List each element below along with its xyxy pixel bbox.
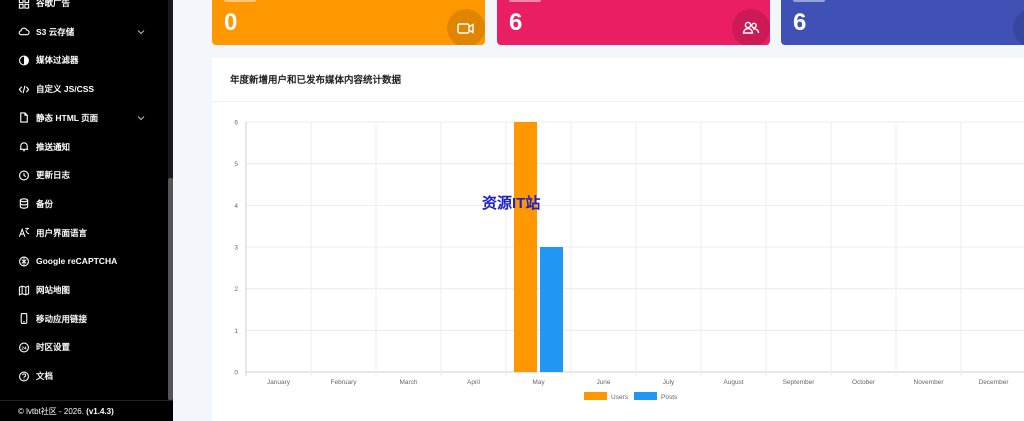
stat-card-value: 6 bbox=[793, 9, 807, 36]
sidebar-item-label: 文档 bbox=[36, 371, 54, 382]
sidebar-item-label: 谷歌广告 bbox=[36, 0, 71, 8]
sidebar-item[interactable]: 24 时区设置 bbox=[0, 333, 168, 361]
x-tick-label: January bbox=[267, 379, 291, 386]
sidebar-item[interactable]: 静态 HTML 页面 bbox=[0, 104, 168, 132]
sidebar-item-label: 自定义 JS/CSS bbox=[36, 84, 95, 95]
legend-label: Posts bbox=[661, 394, 678, 401]
main-content: 066 年度新增用户和已发布媒体内容统计数据 0 1 2 3 4 5 6 January Feb… bbox=[173, 0, 1024, 421]
stat-card-label bbox=[793, 0, 833, 6]
x-tick-label: November bbox=[914, 379, 945, 386]
file-icon bbox=[18, 112, 30, 124]
sidebar-item[interactable]: 文档 bbox=[0, 362, 168, 390]
chevron-down-icon[interactable] bbox=[136, 113, 146, 123]
timezone-icon: 24 bbox=[18, 341, 30, 353]
x-tick-label: December bbox=[979, 379, 1010, 386]
x-tick-label: July bbox=[663, 379, 675, 386]
stat-card: 6 bbox=[497, 0, 770, 45]
filter-icon bbox=[18, 54, 30, 66]
stat-card: 6 bbox=[781, 0, 1024, 45]
users-icon bbox=[732, 9, 770, 45]
sidebar-footer: © lvtbt社区 - 2026. (v1.4.3) bbox=[0, 400, 173, 421]
sidebar-item[interactable]: 推送通知 bbox=[0, 133, 168, 161]
stats-icon bbox=[1013, 9, 1024, 45]
y-tick-label: 3 bbox=[234, 245, 238, 252]
sidebar-item-label: 静态 HTML 页面 bbox=[36, 112, 99, 123]
code-icon bbox=[18, 83, 30, 95]
y-tick-label: 0 bbox=[234, 370, 238, 377]
mobile-icon bbox=[18, 313, 30, 325]
sidebar-item-label: 推送通知 bbox=[36, 141, 71, 152]
stat-card-value: 0 bbox=[224, 9, 238, 36]
x-tick-label: March bbox=[399, 379, 417, 386]
legend-label: Users bbox=[611, 394, 629, 401]
chart-legend: Users Posts bbox=[584, 392, 678, 401]
sidebar: 谷歌广告 S3 云存储 媒体过滤器自定义 JS/CSS 静态 HTML 页面 推送通知更… bbox=[0, 0, 173, 421]
x-tick-label: April bbox=[467, 379, 481, 386]
sidebar-item[interactable]: 移动应用链接 bbox=[0, 305, 168, 333]
x-tick-label: August bbox=[723, 379, 743, 386]
ads-grid-icon bbox=[18, 0, 30, 9]
sidebar-item[interactable]: 更新日志 bbox=[0, 161, 168, 189]
y-tick-label: 1 bbox=[234, 328, 238, 335]
recaptcha-icon bbox=[18, 255, 30, 267]
database-icon bbox=[18, 198, 30, 210]
translate-icon bbox=[18, 227, 30, 239]
stat-card-label bbox=[224, 0, 264, 6]
sidebar-item-label: 移动应用链接 bbox=[36, 313, 88, 324]
x-tick-label: September bbox=[783, 379, 816, 386]
stat-card: 0 bbox=[212, 0, 485, 45]
footer-copyright: © lvtbt社区 - 2026. bbox=[18, 407, 84, 416]
y-tick-label: 5 bbox=[234, 161, 238, 168]
x-tick-label: October bbox=[852, 379, 876, 386]
history-icon bbox=[18, 169, 30, 181]
sidebar-item[interactable]: 媒体过滤器 bbox=[0, 46, 168, 74]
sidebar-item[interactable]: 用户界面语言 bbox=[0, 219, 168, 247]
x-tick-label: February bbox=[330, 379, 357, 386]
sidebar-item[interactable]: Google reCAPTCHA bbox=[0, 247, 168, 275]
y-tick-label: 2 bbox=[234, 286, 238, 293]
sidebar-item-label: Google reCAPTCHA bbox=[36, 256, 118, 267]
map-icon bbox=[18, 284, 30, 296]
stats-panel: 年度新增用户和已发布媒体内容统计数据 0 1 2 3 4 5 6 January Februar… bbox=[212, 58, 1024, 421]
cloud-icon bbox=[18, 26, 30, 38]
x-tick-label: May bbox=[532, 379, 545, 386]
legend-swatch bbox=[634, 392, 657, 400]
chevron-down-icon[interactable] bbox=[136, 27, 146, 37]
sidebar-item[interactable]: 备份 bbox=[0, 190, 168, 218]
sidebar-item-label: 备份 bbox=[36, 198, 54, 209]
chart-labels: 0 1 2 3 4 5 6 January February March April May June J… bbox=[234, 120, 1009, 387]
bell-icon bbox=[18, 141, 30, 153]
x-tick-label: June bbox=[596, 379, 610, 386]
sidebar-item-label: 用户界面语言 bbox=[36, 227, 88, 238]
watermark-text: 资源IT站 bbox=[482, 194, 540, 212]
sidebar-item-label: 更新日志 bbox=[36, 170, 71, 181]
help-icon bbox=[18, 370, 30, 382]
sidebar-item-label: 媒体过滤器 bbox=[36, 55, 79, 66]
sidebar-item-label: S3 云存储 bbox=[36, 26, 75, 37]
sidebar-item[interactable]: 自定义 JS/CSS bbox=[0, 75, 168, 103]
legend-swatch bbox=[584, 392, 607, 400]
sidebar-item[interactable]: 网站地图 bbox=[0, 276, 168, 304]
svg-text:24: 24 bbox=[21, 345, 27, 350]
stats-chart: 0 1 2 3 4 5 6 January February March April May June J… bbox=[234, 120, 1024, 401]
y-tick-label: 4 bbox=[234, 203, 238, 210]
stat-card-label bbox=[509, 0, 549, 6]
chart-bar bbox=[514, 122, 537, 372]
sidebar-item[interactable]: S3 云存储 bbox=[0, 18, 168, 46]
video-icon bbox=[447, 9, 485, 45]
y-tick-label: 6 bbox=[234, 120, 238, 127]
chart-grid bbox=[245, 121, 1024, 376]
footer-version: (v1.4.3) bbox=[86, 407, 114, 416]
chart-bar bbox=[540, 247, 563, 372]
stat-card-value: 6 bbox=[509, 9, 523, 36]
sidebar-item-label: 网站地图 bbox=[36, 285, 71, 295]
sidebar-item[interactable]: 谷歌广告 bbox=[0, 0, 168, 17]
sidebar-item-label: 时区设置 bbox=[36, 342, 71, 353]
